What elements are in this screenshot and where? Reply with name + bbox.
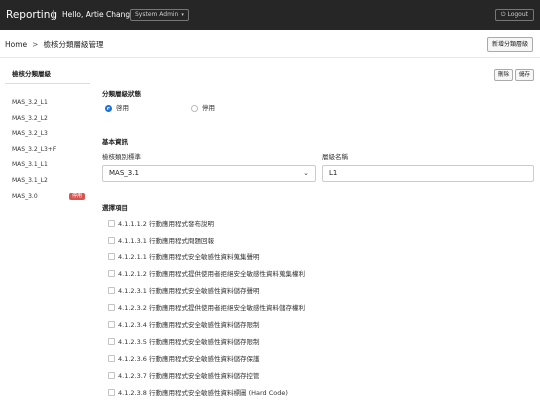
title-divider [53, 10, 54, 20]
standard-select[interactable]: MAS_3.1 ⌄ [102, 165, 316, 182]
sidebar-item[interactable]: MAS_3.2_L3+F [12, 146, 56, 154]
top-navigation-bar: Reporting Hello, Artie Chang System Admi… [0, 0, 540, 30]
chevron-down-icon: ▾ [181, 12, 184, 18]
item-checkbox[interactable] [108, 220, 115, 227]
standard-label: 檢核類別標準 [102, 153, 141, 161]
level-name-input[interactable]: L1 [322, 165, 534, 182]
delete-button[interactable]: 刪除 [494, 69, 514, 81]
chevron-down-icon: ⌄ [303, 169, 309, 177]
user-greeting: Hello, Artie Chang [62, 10, 131, 19]
item-checkbox[interactable] [108, 304, 115, 311]
item-label: 4.1.2.3.8 行動應用程式安全敏感性資料標圖 (Hard Code) [118, 389, 288, 397]
sidebar-item[interactable]: MAS_3.1_L2 [12, 177, 48, 185]
enabled-radio[interactable] [105, 105, 112, 112]
item-label: 4.1.2.3.7 行動應用程式安全敏感性資料儲存控管 [118, 372, 260, 380]
item-checkbox[interactable] [108, 355, 115, 362]
role-dropdown[interactable]: System Admin ▾ [130, 9, 189, 21]
item-checkbox[interactable] [108, 389, 115, 396]
app-title: Reporting [6, 9, 58, 21]
sidebar-title: 檢核分類層級 [12, 70, 51, 78]
item-checkbox[interactable] [108, 338, 115, 345]
status-section-title: 分類層級狀態 [102, 90, 141, 98]
item-checkbox[interactable] [108, 321, 115, 328]
sidebar-item[interactable]: MAS_3.0 [12, 193, 38, 201]
sidebar-item[interactable]: MAS_3.2_L1 [12, 99, 48, 107]
item-label: 4.1.2.3.5 行動應用程式安全敏感性資料儲存限制 [118, 338, 260, 346]
item-label: 4.1.2.3.2 行動應用程式提供使用者拒絕安全敏感性資料儲存權利 [118, 304, 306, 312]
role-dropdown-label: System Admin [135, 11, 179, 18]
sidebar-item[interactable]: MAS_3.1_L1 [12, 161, 48, 169]
item-label: 4.1.2.3.1 行動應用程式安全敏感性資料儲存聲明 [118, 287, 260, 295]
logout-button[interactable]: ⏻ Logout [494, 9, 534, 21]
sidebar-item[interactable]: MAS_3.2_L3 [12, 130, 48, 138]
add-category-level-button[interactable]: 新增分類層級 [486, 37, 533, 52]
breadcrumb: Home > 檢核分類層級管理 [5, 40, 103, 50]
basic-info-title: 基本資訊 [102, 138, 128, 146]
power-icon: ⏻ [500, 11, 506, 18]
item-label: 4.1.2.3.4 行動應用程式安全敏感性資料儲存限制 [118, 321, 260, 329]
breadcrumb-home-link[interactable]: Home [5, 40, 27, 49]
disabled-radio[interactable] [191, 105, 198, 112]
disabled-radio-label: 停用 [202, 104, 215, 112]
save-button[interactable]: 儲存 [515, 69, 535, 81]
selection-section-title: 選擇項目 [102, 204, 128, 212]
item-label: 4.1.2.1.2 行動應用程式提供使用者拒絕安全敏感性資料蒐集權利 [118, 270, 306, 278]
breadcrumb-separator: > [32, 40, 39, 49]
logout-label: Logout [507, 11, 528, 18]
sidebar-item[interactable]: MAS_3.2_L2 [12, 115, 48, 123]
item-label: 4.1.1.1.2 行動應用程式發布說明 [118, 220, 215, 228]
header-divider [0, 57, 540, 58]
item-checkbox[interactable] [108, 372, 115, 379]
item-checkbox[interactable] [108, 237, 115, 244]
item-checkbox[interactable] [108, 253, 115, 260]
breadcrumb-current: 檢核分類層級管理 [43, 40, 104, 49]
item-label: 4.1.1.3.1 行動應用程式問題回報 [118, 237, 215, 245]
level-name-label: 層級名稱 [322, 153, 348, 161]
standard-select-value: MAS_3.1 [109, 169, 139, 177]
item-checkbox[interactable] [108, 287, 115, 294]
enabled-radio-label: 啓用 [116, 104, 129, 112]
sidebar-divider [5, 83, 90, 84]
item-label: 4.1.2.3.6 行動應用程式安全敏感性資料儲存保護 [118, 355, 260, 363]
item-label: 4.1.2.1.1 行動應用程式安全敏感性資料蒐集聲明 [118, 253, 260, 261]
item-checkbox[interactable] [108, 270, 115, 277]
disabled-badge: 停用 [69, 193, 86, 200]
